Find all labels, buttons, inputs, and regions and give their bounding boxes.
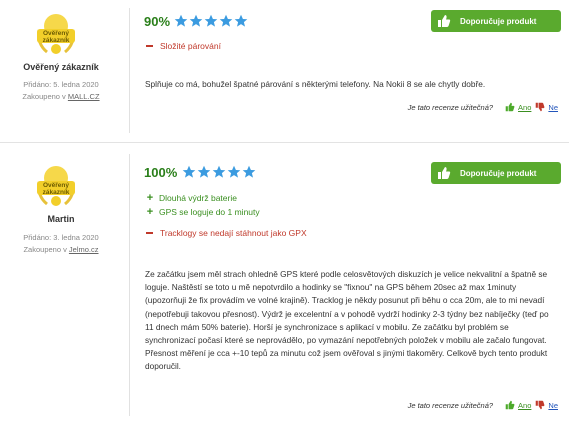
store-link[interactable]: MALL.CZ <box>68 92 100 101</box>
vote-yes-label[interactable]: Ano <box>518 103 531 112</box>
review-text: Ze začátku jsem měl strach ohledně GPS k… <box>145 269 549 372</box>
star-icon <box>234 14 248 27</box>
vote-no-label[interactable]: Ne <box>548 401 558 410</box>
vote-yes-button[interactable]: Ano <box>505 102 531 112</box>
star-icon <box>204 14 218 27</box>
rating-score: 100% <box>144 165 178 180</box>
purchase-prefix: Zakoupeno v <box>22 92 68 101</box>
thumbs-up-icon <box>434 163 454 183</box>
star-icon <box>227 165 241 178</box>
thumbs-up-icon <box>505 102 515 112</box>
thumbs-down-icon <box>536 102 545 112</box>
review-separator <box>0 142 569 143</box>
review-date: Přidáno: 3. ledna 2020 <box>23 233 99 242</box>
purchase-source: Zakoupeno v MALL.CZ <box>0 91 122 103</box>
helpful-question: Je tato recenze užitečná? <box>407 102 494 112</box>
purchase-source: Zakoupeno v Jelmo.cz <box>0 244 122 256</box>
star-icon <box>219 14 233 27</box>
vote-yes-label[interactable]: Ano <box>518 401 531 410</box>
rating-stars <box>174 14 248 28</box>
star-icon <box>197 165 211 178</box>
badge-label: Ověřený zákazník <box>42 30 70 44</box>
vote-no-button[interactable]: Ne <box>535 400 558 410</box>
reviewer-panel: Ověřený zákazník Ověřený zákazník Přidán… <box>0 0 122 140</box>
pro-text: GPS se loguje do 1 minuty <box>159 207 260 217</box>
helpful-vote: Je tato recenze užitečná? Ano Ne <box>408 102 558 112</box>
recommends-product-badge: Doporučuje produkt <box>431 162 561 184</box>
recommends-label: Doporučuje produkt <box>460 16 537 26</box>
pro-item: + GPS se loguje do 1 minuty <box>145 206 260 218</box>
vote-no-button[interactable]: Ne <box>535 102 558 112</box>
review-date: Přidáno: 5. ledna 2020 <box>23 80 99 89</box>
vote-no-label[interactable]: Ne <box>548 103 558 112</box>
reviewer-name: Martin <box>47 214 75 224</box>
rating-score: 90% <box>144 14 171 29</box>
thumbs-down-icon <box>536 400 545 410</box>
helpful-vote: Je tato recenze užitečná? Ano Ne <box>408 400 558 410</box>
store-link[interactable]: Jelmo.cz <box>69 245 99 254</box>
con-item: Složité párování <box>145 41 221 51</box>
recommends-label: Doporučuje produkt <box>460 168 537 178</box>
minus-icon <box>146 232 153 234</box>
thumbs-up-icon <box>505 400 515 410</box>
plus-icon: + <box>146 206 154 218</box>
con-item: Tracklogy se nedají stáhnout jako GPX <box>145 228 307 238</box>
star-icon <box>182 165 196 178</box>
verified-customer-badge-icon: Ověřený zákazník <box>33 10 79 56</box>
helpful-question: Je tato recenze užitečná? <box>407 400 494 410</box>
thumbs-up-icon <box>434 11 454 31</box>
minus-icon <box>146 45 153 47</box>
rating-stars <box>182 165 256 179</box>
divider <box>129 8 130 133</box>
purchase-prefix: Zakoupeno v <box>23 245 69 254</box>
star-icon <box>212 165 226 178</box>
plus-icon: + <box>146 192 154 204</box>
verified-customer-badge-icon: Ověřený zákazník <box>33 162 79 208</box>
review-card: Ověřený zákazník Ověřený zákazník Přidán… <box>0 0 569 140</box>
recommends-product-badge: Doporučuje produkt <box>431 10 561 32</box>
pro-item: + Dlouhá výdrž baterie <box>145 192 237 204</box>
star-icon <box>189 14 203 27</box>
pro-text: Dlouhá výdrž baterie <box>159 193 237 203</box>
star-icon <box>174 14 188 27</box>
review-card: Ověřený zákazník Martin Přidáno: 3. ledn… <box>0 146 569 421</box>
badge-label: Ověřený zákazník <box>42 182 70 196</box>
review-text: Splňuje co má, bohužel špatné párování s… <box>145 79 486 89</box>
reviewer-panel: Ověřený zákazník Martin Přidáno: 3. ledn… <box>0 146 122 421</box>
divider <box>129 154 130 416</box>
vote-yes-button[interactable]: Ano <box>505 400 531 410</box>
con-text: Složité párování <box>160 41 221 51</box>
star-icon <box>242 165 256 178</box>
reviewer-name: Ověřený zákazník <box>23 62 99 72</box>
con-text: Tracklogy se nedají stáhnout jako GPX <box>160 228 307 238</box>
